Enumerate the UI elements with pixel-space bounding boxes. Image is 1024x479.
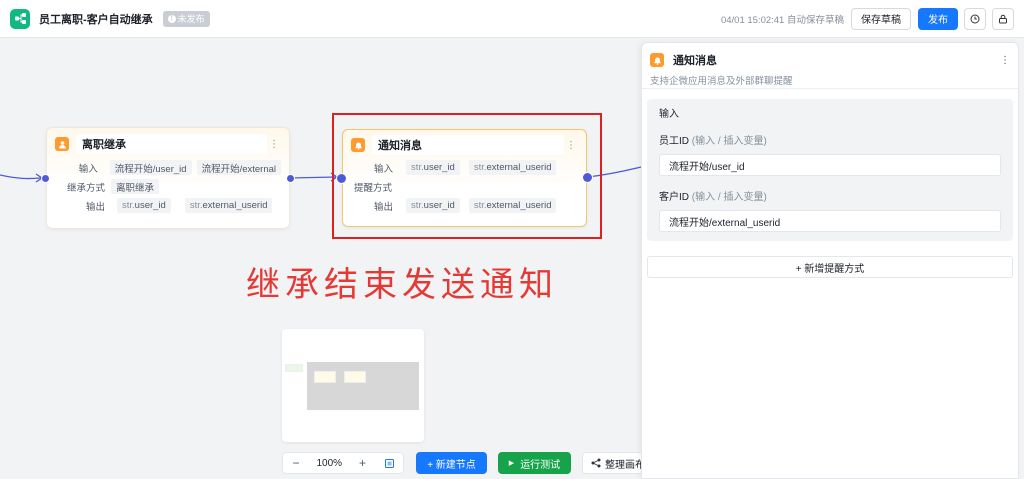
clock-icon bbox=[970, 14, 980, 23]
edge-resign-notify bbox=[289, 176, 337, 179]
tag-name: external_userid bbox=[202, 200, 268, 211]
publish-button[interactable]: 发布 bbox=[918, 7, 958, 30]
tag-type: str. bbox=[189, 200, 203, 211]
field-name: 客户ID bbox=[659, 192, 689, 203]
panel-header: 通知消息 ⋮ bbox=[642, 43, 1018, 77]
tidy-canvas-label: 整理画布 bbox=[605, 459, 645, 471]
field-hint: (输入 / 插入变量) bbox=[689, 192, 767, 203]
panel-description: 支持企微应用消息及外部群聊提醒 bbox=[642, 73, 1018, 89]
input-section: 输入 员工ID (输入 / 插入变量) 流程开始/user_id 客户ID (输… bbox=[647, 99, 1013, 241]
more-icon[interactable]: ⋮ bbox=[267, 139, 281, 150]
node-header: 离职继承 ⋮ bbox=[55, 133, 281, 155]
output-label: 输出 bbox=[85, 201, 105, 213]
node-input-row: 输入 流程开始/user_id 流程开始/external bbox=[55, 158, 281, 177]
input-tag: 流程开始/user_id bbox=[109, 160, 192, 175]
field-hint: (输入 / 插入变量) bbox=[689, 136, 767, 147]
node-resign-inherit[interactable]: 离职继承 ⋮ 输入 流程开始/user_id 流程开始/external 继承方… bbox=[46, 127, 290, 229]
top-header: 员工离职-客户自动继承 ! 未发布 04/01 15:02:41 自动保存草稿 … bbox=[0, 0, 1024, 38]
customer-id-input[interactable]: 流程开始/external_userid bbox=[659, 210, 1001, 232]
section-label: 输入 bbox=[659, 109, 679, 120]
minimap[interactable] bbox=[282, 329, 424, 442]
user-icon bbox=[55, 137, 69, 151]
field-name: 员工ID bbox=[659, 136, 689, 147]
method-tag: 离职继承 bbox=[111, 179, 160, 194]
port-out-resign[interactable] bbox=[286, 174, 295, 183]
add-reminder-button[interactable]: + 新增提醒方式 bbox=[647, 256, 1013, 278]
input-tag: 流程开始/external bbox=[196, 160, 281, 175]
info-icon: ! bbox=[167, 14, 176, 23]
minimap-node bbox=[314, 371, 336, 383]
share-nodes-icon bbox=[591, 458, 601, 468]
input-label: 输入 bbox=[78, 163, 98, 175]
minimap-viewport[interactable] bbox=[307, 362, 419, 410]
employee-id-input[interactable]: 流程开始/user_id bbox=[659, 154, 1001, 176]
run-test-button[interactable]: ▶ 运行测试 bbox=[498, 452, 571, 474]
autosave-time: 04/01 15:02:41 自动保存草稿 bbox=[720, 14, 844, 26]
panel-more-icon[interactable]: ⋮ bbox=[1000, 55, 1010, 66]
zoom-controls: − 100% + bbox=[282, 452, 404, 474]
save-draft-button[interactable]: 保存草稿 bbox=[851, 7, 911, 30]
tag-name: user_id bbox=[134, 200, 166, 211]
employee-id-label: 员工ID (输入 / 插入变量) bbox=[659, 132, 1001, 147]
panel-title: 通知消息 bbox=[673, 55, 717, 67]
flow-title: 员工离职-客户自动继承 bbox=[39, 13, 153, 26]
edge-incoming bbox=[0, 174, 42, 180]
workflow-logo-icon bbox=[10, 8, 30, 29]
node-config-panel: 通知消息 ⋮ 支持企微应用消息及外部群聊提醒 输入 员工ID (输入 / 插入变… bbox=[641, 42, 1019, 479]
status-badge: ! 未发布 bbox=[162, 10, 210, 27]
new-node-button[interactable]: + 新建节点 bbox=[416, 452, 487, 474]
customer-id-label: 客户ID (输入 / 插入变量) bbox=[659, 188, 1001, 203]
zoom-level: 100% bbox=[316, 457, 343, 469]
play-icon: ▶ bbox=[508, 460, 515, 467]
tag-type: str. bbox=[122, 200, 135, 211]
minimap-node bbox=[285, 364, 303, 372]
node-title: 离职继承 bbox=[76, 134, 267, 154]
bell-icon bbox=[650, 53, 664, 67]
highlight-box bbox=[332, 113, 602, 239]
zoom-out-button[interactable]: − bbox=[289, 456, 303, 470]
annotation-text: 继承结束发送通知 bbox=[246, 265, 558, 305]
node-method-row: 继承方式 离职继承 bbox=[55, 177, 281, 196]
port-in-resign[interactable] bbox=[41, 174, 50, 183]
run-test-label: 运行测试 bbox=[520, 459, 561, 471]
zoom-in-button[interactable]: + bbox=[356, 456, 370, 470]
lock-icon bbox=[999, 14, 1007, 23]
minimap-node bbox=[344, 371, 366, 383]
lock-button[interactable] bbox=[992, 7, 1014, 30]
fit-view-icon bbox=[385, 458, 395, 468]
output-tag: str. user_id bbox=[117, 198, 171, 213]
node-output-row: 输出 str. user_id str. external_userid bbox=[55, 196, 281, 215]
history-button[interactable] bbox=[964, 7, 986, 30]
status-label: 未发布 bbox=[177, 14, 205, 24]
method-label: 继承方式 bbox=[66, 182, 105, 194]
fit-view-button[interactable] bbox=[383, 458, 397, 468]
output-tag: str. external_userid bbox=[184, 198, 273, 213]
